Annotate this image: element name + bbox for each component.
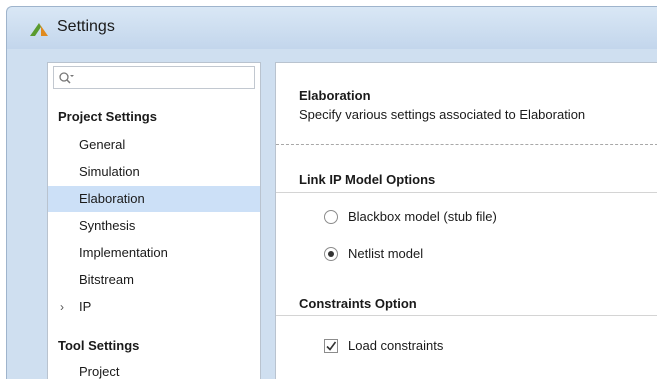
divider	[276, 315, 657, 316]
search-input[interactable]	[53, 66, 255, 89]
checkbox-label[interactable]: Load constraints	[348, 338, 443, 353]
settings-window: Settings Project Settings General Simula…	[0, 0, 657, 379]
tree-item-simulation[interactable]: Simulation	[48, 159, 260, 185]
tree-item-implementation[interactable]: Implementation	[48, 240, 260, 266]
tree-item-elaboration[interactable]: Elaboration	[48, 186, 260, 212]
radio-button-selected[interactable]	[324, 247, 338, 261]
radio-label[interactable]: Netlist model	[348, 246, 423, 261]
vivado-logo-icon	[30, 23, 48, 36]
chevron-right-icon[interactable]: ›	[60, 294, 64, 320]
tree-item-ip[interactable]: › IP	[48, 294, 260, 320]
search-icon[interactable]	[58, 70, 74, 86]
divider	[276, 192, 657, 193]
tree-item-general[interactable]: General	[48, 132, 260, 158]
tree-header-project-settings[interactable]: Project Settings	[48, 104, 260, 130]
settings-tree-panel: Project Settings General Simulation Elab…	[47, 62, 261, 379]
window-title: Settings	[57, 18, 115, 35]
tree-item-label: IP	[79, 299, 92, 314]
tree-item-bitstream[interactable]: Bitstream	[48, 267, 260, 293]
settings-content-panel: Elaboration Specify various settings ass…	[275, 62, 657, 379]
tree-header-tool-settings[interactable]: Tool Settings	[48, 333, 260, 359]
title-bar[interactable]: Settings	[6, 6, 657, 49]
link-ip-section-header: Link IP Model Options	[299, 172, 436, 187]
radio-label[interactable]: Blackbox model (stub file)	[348, 209, 497, 224]
tree-item-synthesis[interactable]: Synthesis	[48, 213, 260, 239]
constraints-section-header: Constraints Option	[299, 296, 417, 311]
tree-item-project[interactable]: Project	[48, 359, 260, 379]
checkbox[interactable]	[324, 339, 338, 353]
page-description: Specify various settings associated to E…	[299, 107, 586, 122]
radio-button[interactable]	[324, 210, 338, 224]
page-title: Elaboration	[299, 88, 371, 103]
section-divider	[276, 144, 657, 145]
checkmark-icon	[326, 341, 337, 351]
